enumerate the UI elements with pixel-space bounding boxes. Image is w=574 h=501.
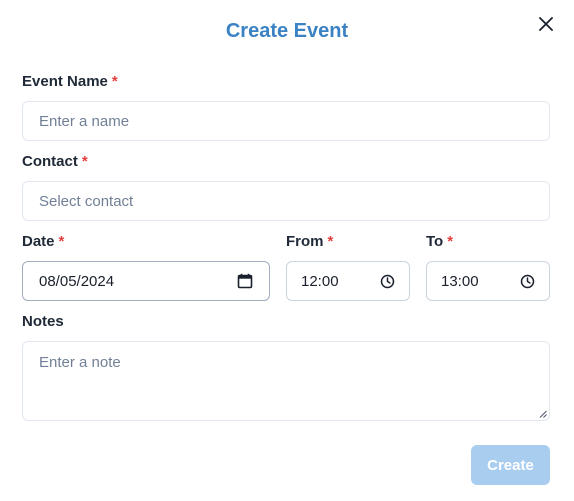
contact-label-text: Contact [22, 153, 78, 170]
date-input[interactable]: 08/05/2024 [22, 261, 270, 301]
from-time-input[interactable]: 12:00 [286, 261, 410, 301]
notes-label: Notes [22, 313, 64, 331]
required-mark: * [111, 73, 118, 90]
to-time-value: 13:00 [441, 272, 479, 290]
event-name-label: Event Name * [22, 73, 118, 91]
event-name-placeholder: Enter a name [39, 112, 130, 130]
to-label: To * [426, 233, 453, 251]
contact-label: Contact * [22, 153, 88, 171]
from-label-text: From [286, 233, 324, 250]
date-label: Date * [22, 233, 64, 251]
notes-label-text: Notes [22, 313, 64, 330]
notes-placeholder: Enter a note [39, 354, 121, 371]
close-icon [539, 17, 553, 31]
required-mark: * [58, 233, 65, 250]
resize-handle-icon[interactable] [539, 410, 547, 418]
from-time-value: 12:00 [301, 272, 339, 290]
to-label-text: To [426, 233, 444, 250]
create-button[interactable]: Create [471, 445, 550, 485]
create-event-dialog: Create Event Event Name * Enter a name Co… [0, 0, 574, 501]
clock-icon[interactable] [380, 274, 395, 289]
contact-select[interactable]: Select contact [22, 181, 550, 221]
required-mark: * [447, 233, 454, 250]
calendar-icon[interactable] [237, 273, 253, 289]
clock-icon[interactable] [520, 274, 535, 289]
required-mark: * [81, 153, 88, 170]
from-label: From * [286, 233, 333, 251]
date-value: 08/05/2024 [39, 272, 115, 290]
close-button[interactable] [534, 12, 558, 36]
event-name-input[interactable]: Enter a name [22, 101, 550, 141]
to-time-input[interactable]: 13:00 [426, 261, 550, 301]
required-mark: * [327, 233, 334, 250]
event-name-label-text: Event Name [22, 73, 108, 90]
notes-textarea[interactable]: Enter a note [22, 341, 550, 421]
contact-placeholder: Select contact [39, 192, 134, 210]
date-label-text: Date [22, 233, 55, 250]
dialog-title: Create Event [225, 20, 349, 42]
